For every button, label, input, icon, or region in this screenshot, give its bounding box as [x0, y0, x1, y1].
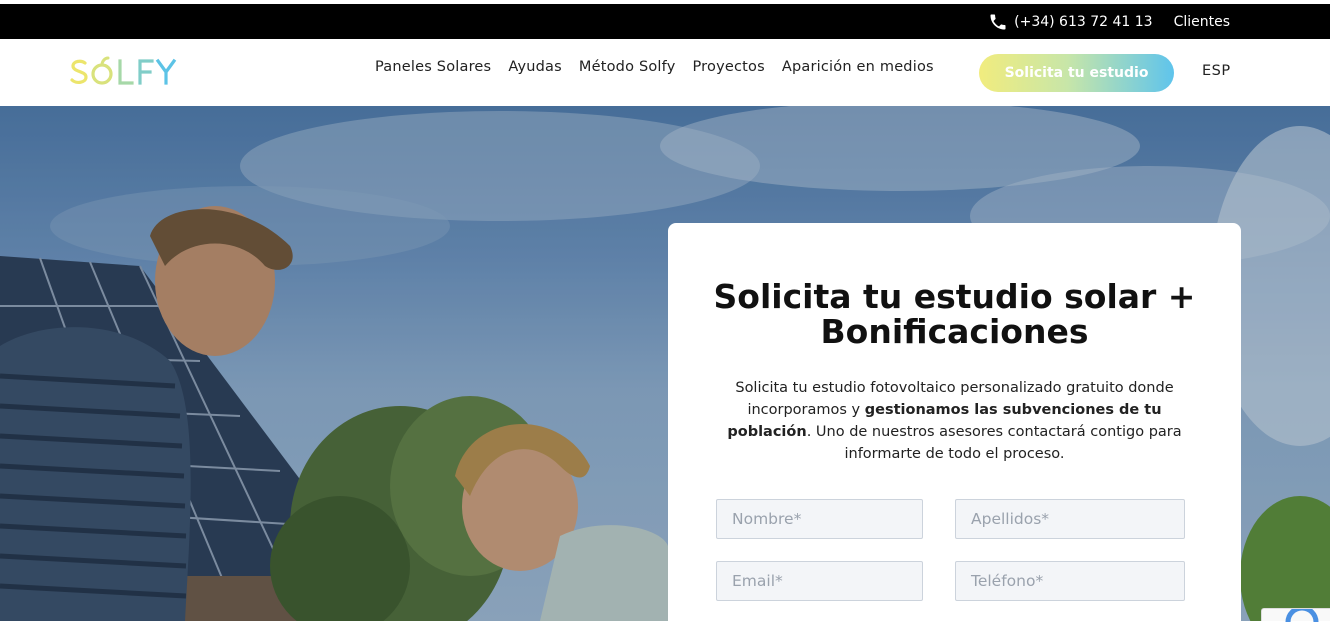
request-study-button[interactable]: Solicita tu estudio	[979, 54, 1174, 92]
telefono-field[interactable]: Teléfono*	[955, 561, 1185, 601]
nav-proyectos[interactable]: Proyectos	[692, 59, 764, 75]
form-title-line1: Solicita tu estudio solar +	[713, 277, 1196, 316]
phone-number: (+34) 613 72 41 13	[1014, 13, 1153, 30]
language-selector[interactable]: ESP	[1202, 63, 1231, 79]
form-desc-part2: . Uno de nuestros asesores contactará co…	[806, 424, 1182, 462]
study-request-form: Solicita tu estudio solar + Bonificacion…	[668, 223, 1241, 643]
nav-metodo-solfy[interactable]: Método Solfy	[579, 59, 676, 75]
main-nav: Paneles Solares Ayudas Método Solfy Proy…	[375, 59, 951, 75]
clients-link[interactable]: Clientes	[1174, 14, 1230, 30]
email-placeholder: Email*	[732, 572, 783, 590]
form-title: Solicita tu estudio solar + Bonificacion…	[668, 279, 1241, 349]
recaptcha-badge[interactable]	[1261, 608, 1330, 622]
phone-link[interactable]: (+34) 613 72 41 13	[988, 12, 1153, 32]
recaptcha-icon	[1285, 609, 1319, 622]
phone-icon	[990, 14, 1006, 29]
nombre-placeholder: Nombre*	[732, 510, 802, 528]
nav-aparicion-medios[interactable]: Aparición en medios	[782, 59, 934, 75]
form-description: Solicita tu estudio fotovoltaico persona…	[713, 377, 1196, 465]
nombre-field[interactable]: Nombre*	[716, 499, 923, 539]
telefono-placeholder: Teléfono*	[971, 572, 1044, 590]
top-bar: (+34) 613 72 41 13 Clientes	[0, 0, 1330, 39]
nav-paneles-solares[interactable]: Paneles Solares	[375, 59, 491, 75]
form-title-line2: Bonificaciones	[820, 312, 1089, 351]
apellidos-field[interactable]: Apellidos*	[955, 499, 1185, 539]
nav-ayudas[interactable]: Ayudas	[508, 59, 562, 75]
solfy-logo[interactable]	[70, 53, 195, 93]
apellidos-placeholder: Apellidos*	[971, 510, 1050, 528]
main-navbar: Paneles Solares Ayudas Método Solfy Proy…	[0, 39, 1330, 106]
email-field[interactable]: Email*	[716, 561, 923, 601]
top-bar-inner: (+34) 613 72 41 13 Clientes	[0, 4, 1330, 39]
